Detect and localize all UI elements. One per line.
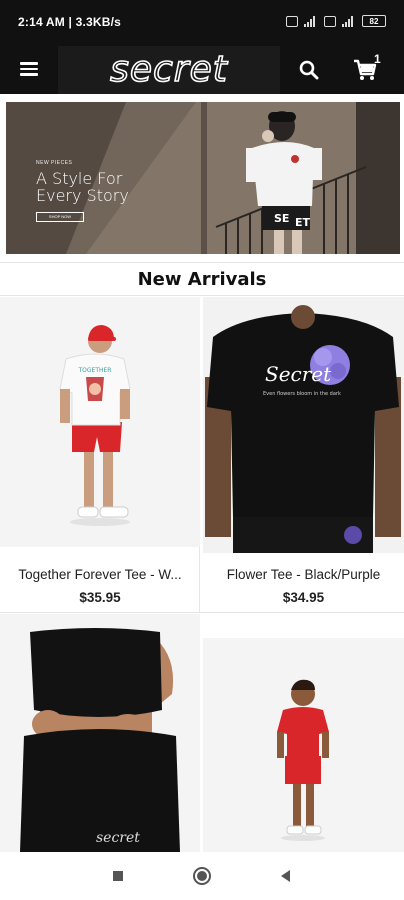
product-card[interactable]: TOGETHER Together Forever Tee - W... $35… <box>0 297 200 612</box>
product-image[interactable]: secret <box>0 614 200 852</box>
status-icons: 82 <box>286 15 386 27</box>
product-photo-women-set: secret <box>0 614 200 852</box>
product-card[interactable]: Secret Even flowers bloom in the dark Fl… <box>203 297 404 612</box>
product-card[interactable]: secret <box>0 614 200 852</box>
product-photo-flower-tee: Secret Even flowers bloom in the dark <box>203 297 404 553</box>
home-circle-icon[interactable] <box>192 866 212 886</box>
battery-icon: 82 <box>362 15 386 27</box>
recents-square-icon[interactable] <box>108 866 128 886</box>
section-title-text: New Arrivals <box>137 269 267 290</box>
svg-text:Even flowers bloom in the dark: Even flowers bloom in the dark <box>263 391 341 397</box>
hero-kicker: NEW PIECES <box>36 160 73 166</box>
product-photo-kids-set <box>203 638 404 852</box>
back-triangle-icon[interactable] <box>276 866 296 886</box>
system-nav-bar <box>0 852 404 900</box>
cart-count-badge: 1 <box>374 52 381 66</box>
product-image[interactable] <box>203 638 404 852</box>
status-bar: 2:14 AM | 3.3KB/s 82 <box>0 0 404 46</box>
svg-text:SE: SE <box>274 212 289 225</box>
hero-title-line2: Every Story <box>36 186 129 205</box>
status-time: 2:14 AM | 3.3KB/s <box>18 15 122 29</box>
secret-logo-icon: secret <box>109 50 229 90</box>
hero-text: NEW PIECES A Style For Every Story SHOP … <box>36 160 129 222</box>
svg-text:Secret: Secret <box>265 362 332 386</box>
hamburger-menu-icon[interactable] <box>18 59 40 81</box>
hero-title-line1: A Style For <box>36 169 123 188</box>
notification-icon <box>324 15 336 27</box>
svg-text:TOGETHER: TOGETHER <box>78 367 112 374</box>
hero-banner[interactable]: SE ET NEW PIECES A Style For Every Story… <box>6 102 400 254</box>
product-price: $35.95 <box>79 590 121 605</box>
product-price: $34.95 <box>282 590 325 605</box>
hero-shop-button[interactable]: SHOP NOW <box>36 212 84 222</box>
product-photo-together-forever: TOGETHER <box>0 297 200 547</box>
svg-text:secret: secret <box>110 50 229 90</box>
product-name[interactable]: Flower Tee - Black/Purple <box>203 567 404 582</box>
signal-icon <box>342 15 356 27</box>
search-icon[interactable] <box>297 58 321 82</box>
row-divider <box>0 612 404 613</box>
product-image[interactable]: TOGETHER <box>0 297 200 547</box>
app-header: secret 1 <box>0 46 404 94</box>
brand-logo[interactable]: secret <box>58 46 280 94</box>
signal-icon <box>304 15 318 27</box>
product-card[interactable] <box>203 638 404 852</box>
notification-icon <box>286 15 298 27</box>
svg-text:ET: ET <box>295 216 311 229</box>
product-name[interactable]: Together Forever Tee - W... <box>0 567 200 582</box>
svg-text:secret: secret <box>96 830 140 846</box>
section-title: New Arrivals <box>0 262 404 296</box>
product-image[interactable]: Secret Even flowers bloom in the dark <box>203 297 404 553</box>
